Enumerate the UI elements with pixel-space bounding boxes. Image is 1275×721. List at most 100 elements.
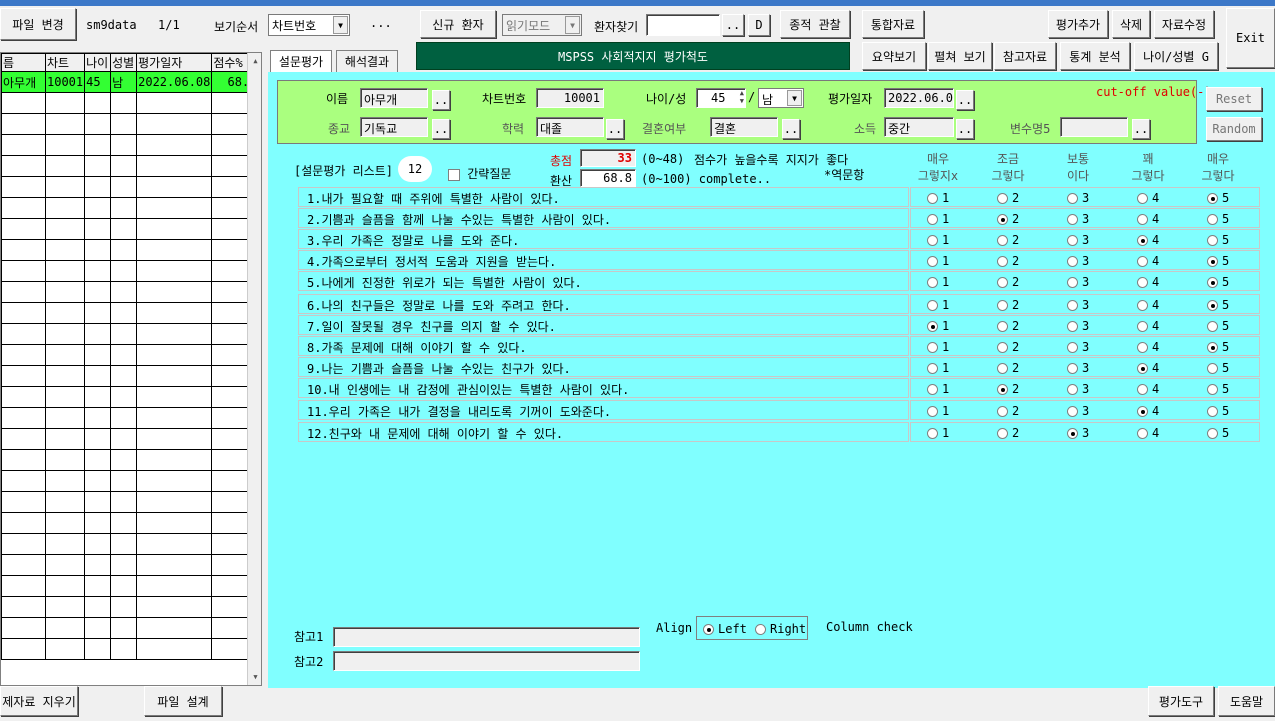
answer-option-3[interactable]: 3 <box>1067 361 1089 375</box>
radio-icon[interactable] <box>1067 362 1078 374</box>
checkbox-icon[interactable] <box>448 168 460 181</box>
answer-option-3[interactable]: 3 <box>1067 404 1089 418</box>
radio-icon[interactable] <box>1067 192 1078 204</box>
add-eval-button[interactable]: 평가추가 <box>1048 10 1108 38</box>
date-field[interactable]: 2022.06.08 <box>884 88 954 108</box>
radio-icon[interactable] <box>997 405 1008 417</box>
table-row[interactable] <box>1 596 259 618</box>
radio-icon[interactable] <box>997 299 1008 311</box>
edu-dots-button[interactable]: .. <box>606 119 624 139</box>
help-button[interactable]: 도움말 <box>1218 686 1275 716</box>
radio-icon[interactable] <box>997 192 1008 204</box>
age-sex-graph-button[interactable]: 나이/성별 G <box>1134 42 1218 70</box>
find-patient-input[interactable] <box>646 14 720 36</box>
answer-option-4[interactable]: 4 <box>1137 254 1159 268</box>
answer-option-5[interactable]: 5 <box>1207 404 1229 418</box>
table-row[interactable] <box>1 638 259 660</box>
table-row[interactable] <box>1 407 259 429</box>
radio-icon[interactable] <box>1207 405 1218 417</box>
answer-option-2[interactable]: 2 <box>997 361 1019 375</box>
radio-icon[interactable] <box>1137 299 1148 311</box>
marital-dots-button[interactable]: .. <box>782 119 800 139</box>
answer-option-5[interactable]: 5 <box>1207 191 1229 205</box>
radio-icon[interactable] <box>1207 362 1218 374</box>
expand-view-button[interactable]: 펼쳐 보기 <box>928 42 992 70</box>
table-row[interactable] <box>1 365 259 387</box>
table-row[interactable] <box>1 239 259 261</box>
table-row[interactable] <box>1 470 259 492</box>
ref2-field[interactable] <box>333 651 640 671</box>
radio-icon[interactable] <box>1067 341 1078 353</box>
radio-icon[interactable] <box>1137 276 1148 288</box>
radio-icon[interactable] <box>997 234 1008 246</box>
radio-icon[interactable] <box>927 255 938 267</box>
religion-dots-button[interactable]: .. <box>432 119 450 139</box>
answer-option-1[interactable]: 1 <box>927 426 949 440</box>
radio-icon[interactable] <box>1207 427 1218 439</box>
align-right-option[interactable]: Right <box>755 622 806 636</box>
d-button[interactable]: D <box>748 14 770 36</box>
patient-grid[interactable]: 름 차트 나이 성별 평가일자 점수% 아무개 10001 45 남 2022.06.08 68.8… <box>0 52 262 686</box>
ref1-field[interactable] <box>333 627 640 647</box>
radio-icon[interactable] <box>997 341 1008 353</box>
table-row[interactable] <box>1 344 259 366</box>
radio-icon[interactable] <box>1067 320 1078 332</box>
table-row[interactable] <box>1 113 259 135</box>
radio-icon[interactable] <box>927 405 938 417</box>
radio-icon[interactable] <box>1207 192 1218 204</box>
radio-icon[interactable] <box>1207 383 1218 395</box>
answer-option-2[interactable]: 2 <box>997 319 1019 333</box>
answer-option-4[interactable]: 4 <box>1137 212 1159 226</box>
table-row[interactable] <box>1 575 259 597</box>
answer-option-2[interactable]: 2 <box>997 382 1019 396</box>
answer-option-4[interactable]: 4 <box>1137 298 1159 312</box>
table-row[interactable] <box>1 554 259 576</box>
table-row[interactable] <box>1 92 259 114</box>
grid-header-cell[interactable]: 름 <box>1 53 46 72</box>
answer-option-5[interactable]: 5 <box>1207 275 1229 289</box>
radio-icon[interactable] <box>755 623 766 635</box>
read-mode-select[interactable]: 읽기모드 ▼ <box>502 14 582 36</box>
reset-button[interactable]: Reset <box>1206 87 1262 111</box>
table-row[interactable] <box>1 176 259 198</box>
answer-option-1[interactable]: 1 <box>927 298 949 312</box>
new-patient-button[interactable]: 신규 환자 <box>420 10 496 38</box>
answer-option-2[interactable]: 2 <box>997 233 1019 247</box>
table-row[interactable] <box>1 155 259 177</box>
radio-icon[interactable] <box>1067 213 1078 225</box>
income-field[interactable]: 중간 <box>884 117 954 137</box>
grid-header-cell[interactable]: 성별 <box>110 53 138 72</box>
table-row[interactable] <box>1 218 259 240</box>
radio-icon[interactable] <box>997 362 1008 374</box>
eval-tool-button[interactable]: 평가도구 <box>1148 686 1214 716</box>
clear-data-button[interactable]: 제자료 지우기 <box>0 686 78 716</box>
radio-icon[interactable] <box>1137 213 1148 225</box>
answer-option-5[interactable]: 5 <box>1207 361 1229 375</box>
answer-option-1[interactable]: 1 <box>927 233 949 247</box>
answer-option-3[interactable]: 3 <box>1067 298 1089 312</box>
brief-question-checkbox[interactable]: 간략질문 <box>448 165 511 182</box>
answer-option-2[interactable]: 2 <box>997 340 1019 354</box>
table-row[interactable] <box>1 512 259 534</box>
radio-icon[interactable] <box>997 276 1008 288</box>
answer-option-2[interactable]: 2 <box>997 191 1019 205</box>
table-row[interactable] <box>1 428 259 450</box>
answer-option-5[interactable]: 5 <box>1207 212 1229 226</box>
scroll-up-icon[interactable]: ▲ <box>248 53 261 69</box>
table-row[interactable] <box>1 281 259 303</box>
answer-option-2[interactable]: 2 <box>997 426 1019 440</box>
answer-option-3[interactable]: 3 <box>1067 426 1089 440</box>
answer-option-1[interactable]: 1 <box>927 382 949 396</box>
edu-field[interactable]: 대졸 <box>536 117 604 137</box>
date-dots-button[interactable]: .. <box>956 90 974 110</box>
answer-option-4[interactable]: 4 <box>1137 382 1159 396</box>
radio-icon[interactable] <box>927 427 938 439</box>
table-row[interactable] <box>1 323 259 345</box>
answer-option-5[interactable]: 5 <box>1207 233 1229 247</box>
radio-icon[interactable] <box>1207 255 1218 267</box>
radio-icon[interactable] <box>703 623 714 635</box>
radio-icon[interactable] <box>997 255 1008 267</box>
marital-field[interactable]: 결혼 <box>710 117 778 137</box>
file-change-button[interactable]: 파일 변경 <box>0 8 76 40</box>
radio-icon[interactable] <box>927 192 938 204</box>
